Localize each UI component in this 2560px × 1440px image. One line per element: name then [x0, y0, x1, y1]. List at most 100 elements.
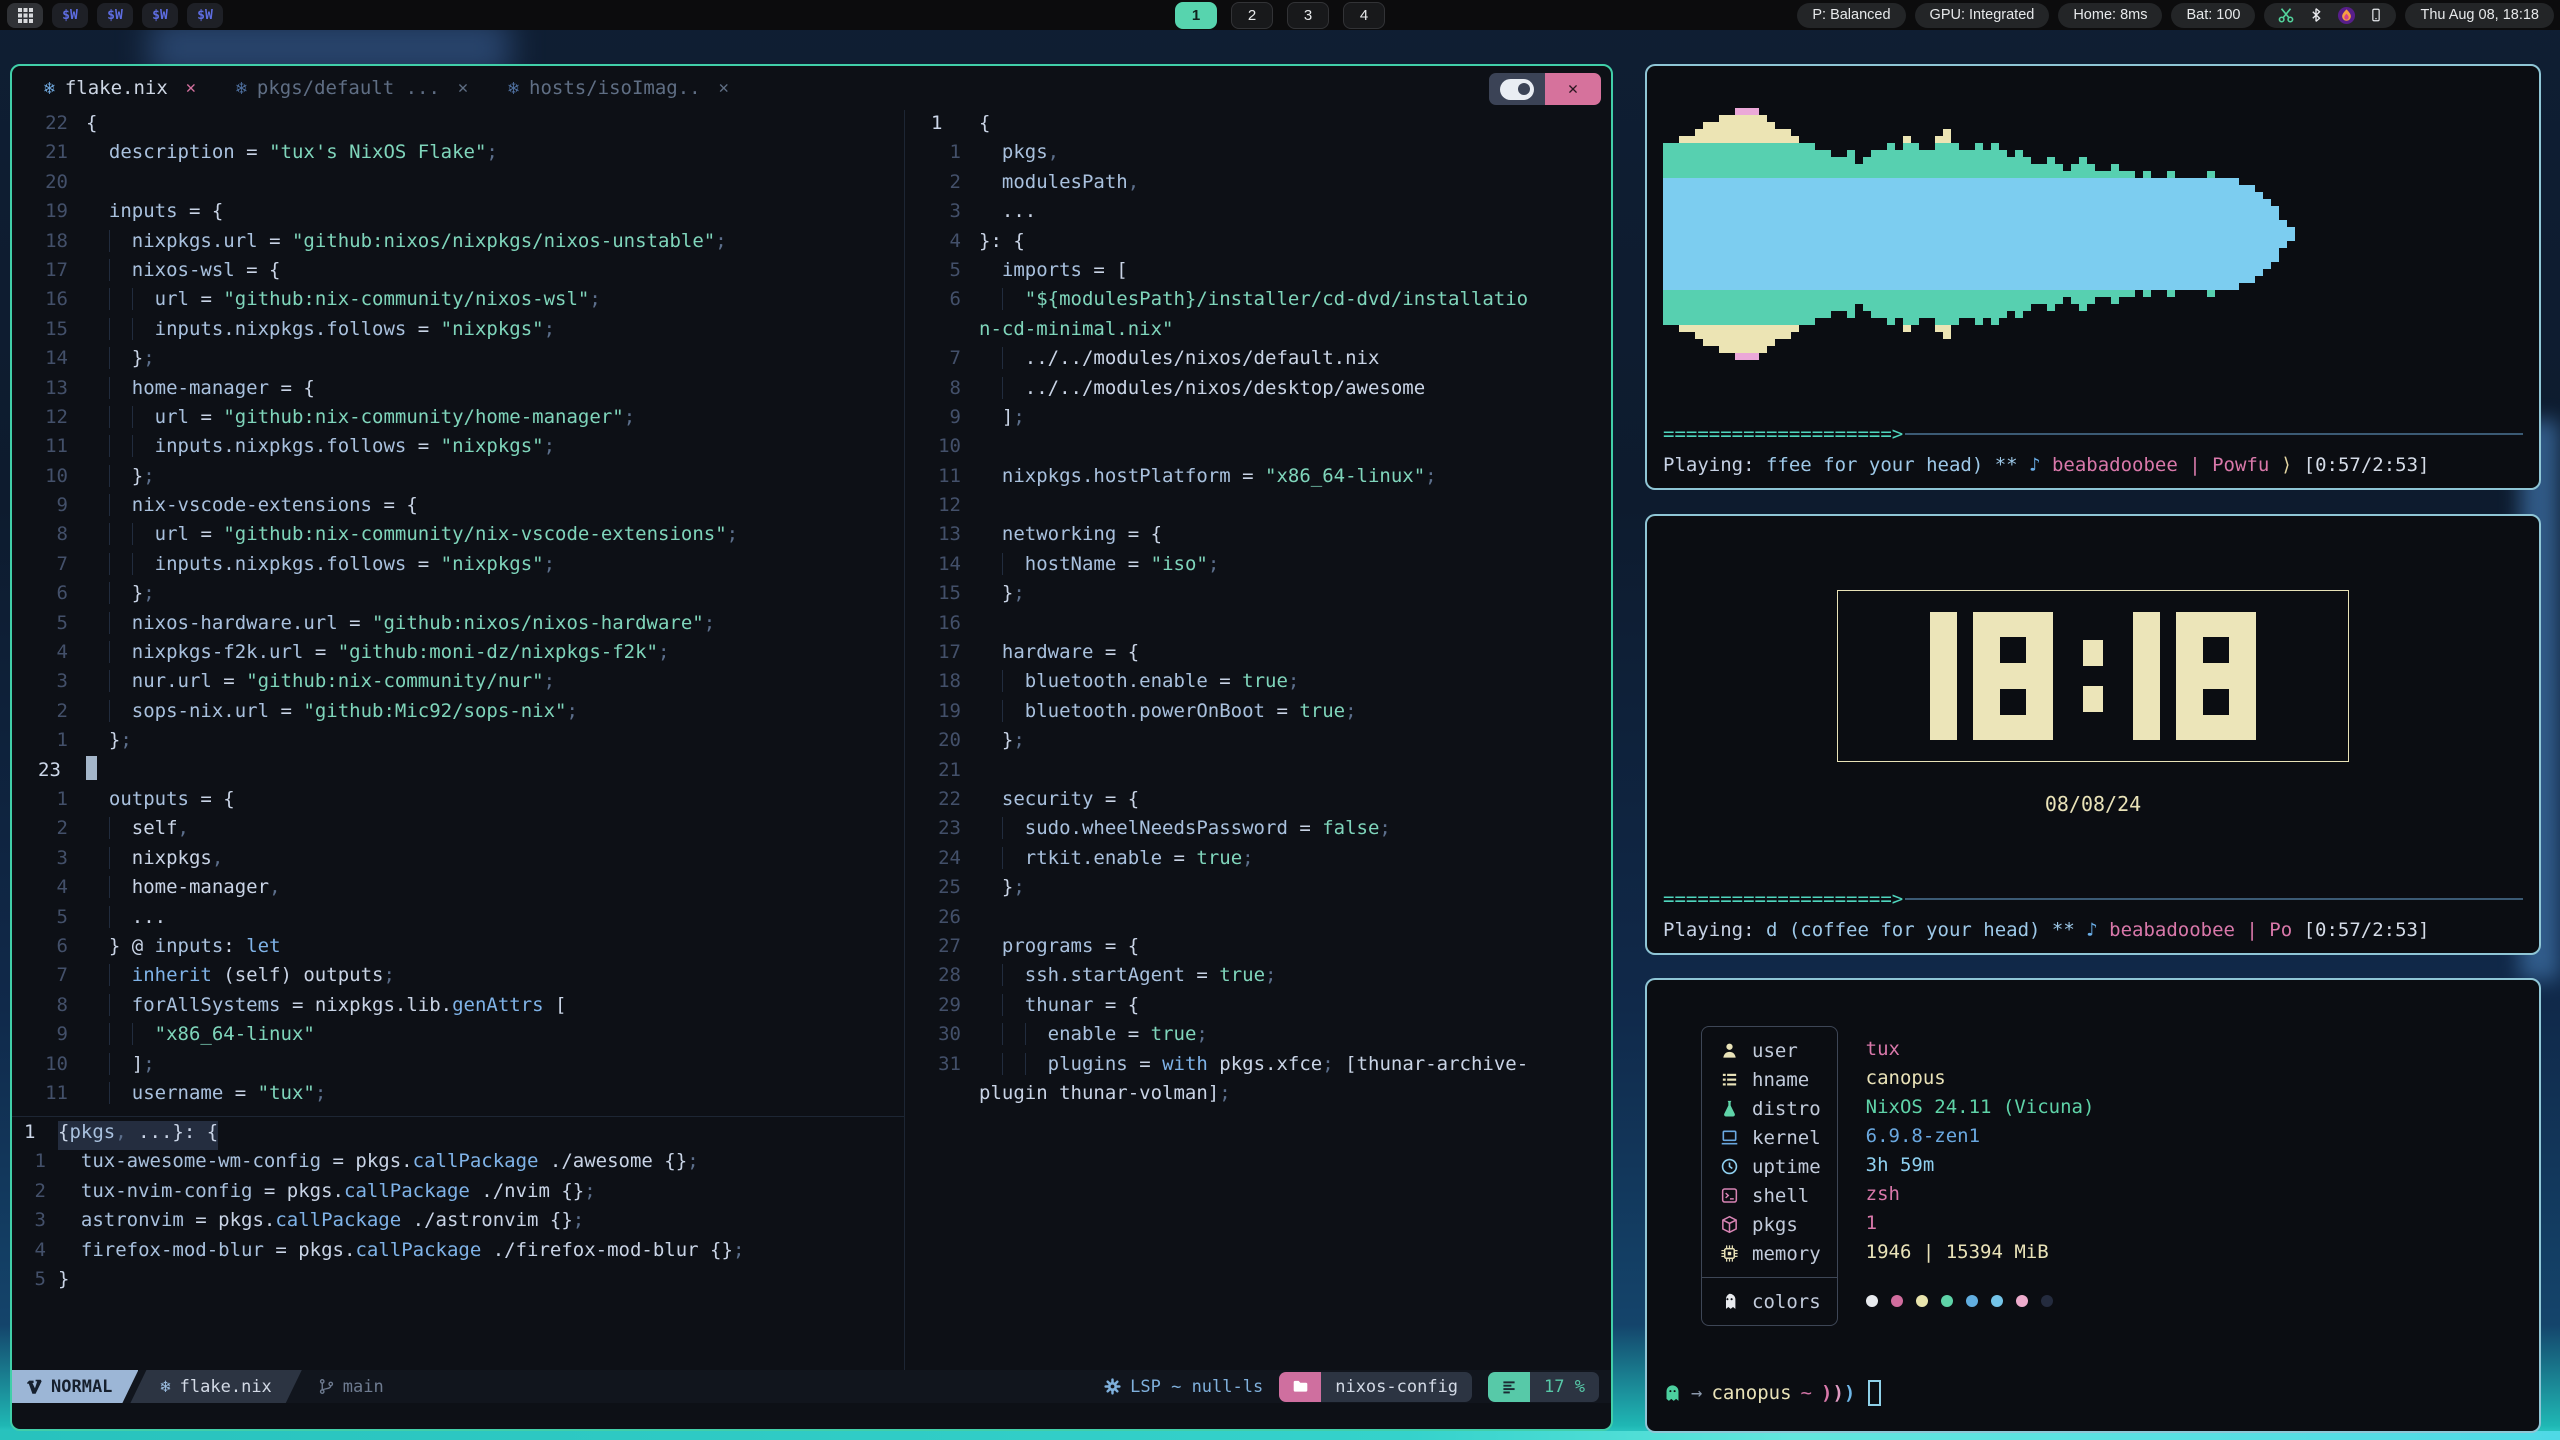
- song-progress-2: ====================>: [1663, 888, 2523, 910]
- code-line: 17 nixos-wsl = {: [12, 259, 904, 288]
- code-line: 26: [905, 906, 1611, 935]
- scissors-icon[interactable]: [2277, 6, 2295, 24]
- fetch-value-shell: zsh: [1866, 1180, 2095, 1209]
- ghost-icon: [1718, 1292, 1740, 1311]
- line-number: 3: [12, 670, 86, 699]
- titlebar-toggle-button[interactable]: [1489, 73, 1545, 105]
- pane-flake-nix[interactable]: 22{21 description = "tux's NixOS Flake";…: [12, 110, 904, 1116]
- fetch-panel: userhnamedistrokerneluptimeshellpkgsmemo…: [1701, 1026, 2523, 1326]
- line-number: 18: [12, 230, 86, 259]
- tab-pkgs-default-[interactable]: ❄pkgs/default ...✕: [236, 77, 468, 99]
- fetch-value-user: tux: [1866, 1035, 2095, 1064]
- progress-bar-rest: [1905, 433, 2523, 435]
- battery-widget: Bat: 100: [2171, 3, 2255, 28]
- fetch-value-kernel: 6.9.8-zen1: [1866, 1122, 2095, 1151]
- line-number: 18: [905, 670, 979, 699]
- fetch-value-pkgs: 1: [1866, 1209, 2095, 1238]
- shell-prompt[interactable]: → canopus ~ ))): [1663, 1380, 2523, 1406]
- line-number: 2: [12, 817, 86, 846]
- code-line: 14 hostName = "iso";: [905, 553, 1611, 582]
- code-line: 1 };: [12, 729, 904, 758]
- tab-hosts-isoImag-[interactable]: ❄hosts/isoImag..✕: [508, 77, 729, 99]
- line-number: 12: [12, 406, 86, 435]
- playing-prefix: Playing:: [1663, 454, 1766, 476]
- tag-2[interactable]: 2: [1231, 2, 1273, 29]
- tag-3[interactable]: 3: [1287, 2, 1329, 29]
- clock-widget[interactable]: Thu Aug 08, 18:18: [2405, 3, 2554, 28]
- line-number: 3: [12, 847, 86, 876]
- code-line: 7 inherit (self) outputs;: [12, 964, 904, 993]
- fetch-content[interactable]: userhnamedistrokerneluptimeshellpkgsmemo…: [1647, 980, 2539, 1431]
- code-line: 31 plugins = with pkgs.xfce; [thunar-arc…: [905, 1053, 1611, 1082]
- code-line: 18 nixpkgs.url = "github:nixos/nixpkgs/n…: [12, 230, 904, 259]
- workspace-icon-3[interactable]: $W: [142, 3, 178, 28]
- song-progress: ====================>: [1663, 423, 2523, 445]
- progress-bar-filled: ====================>: [1663, 423, 1903, 445]
- prompt-chevrons: ))): [1821, 1382, 1855, 1404]
- fetch-value-distro: NixOS 24.11 (Vicuna): [1866, 1093, 2095, 1122]
- power-profile-widget[interactable]: P: Balanced: [1797, 3, 1905, 28]
- chip-icon: [1718, 1244, 1740, 1263]
- line-number: 19: [12, 200, 86, 229]
- phone-icon[interactable]: [2369, 6, 2383, 24]
- tab-close-icon[interactable]: ✕: [186, 78, 196, 98]
- snowflake-icon: ❄: [160, 1377, 170, 1397]
- visualizer-content[interactable]: ====================> Playing: ffee for …: [1647, 66, 2539, 488]
- fetch-labels-box: userhnamedistrokerneluptimeshellpkgsmemo…: [1701, 1026, 1838, 1326]
- grid-icon: [18, 8, 33, 23]
- pane-iso-image[interactable]: 1{1 pkgs,2 modulesPath,3 ...4}: {5 impor…: [905, 110, 1611, 1370]
- line-number: 10: [905, 435, 979, 464]
- line-number: 1: [12, 729, 86, 758]
- toggle-switch-icon: [1500, 79, 1534, 100]
- gpu-widget[interactable]: GPU: Integrated: [1915, 3, 2050, 28]
- fetch-values: tuxcanopusNixOS 24.11 (Vicuna)6.9.8-zen1…: [1866, 1026, 2095, 1326]
- flame-icon[interactable]: [2337, 6, 2356, 25]
- titlebar-close-button[interactable]: ✕: [1545, 73, 1601, 105]
- bluetooth-icon[interactable]: [2308, 6, 2324, 24]
- line-number: 16: [905, 612, 979, 641]
- line-number: 6: [12, 582, 86, 611]
- code-line: 10: [905, 435, 1611, 464]
- code-line: 3 astronvim = pkgs.callPackage ./astronv…: [12, 1209, 904, 1238]
- editor-splits: 22{21 description = "tux's NixOS Flake";…: [12, 110, 1611, 1370]
- latency-widget: Home: 8ms: [2058, 3, 2162, 28]
- tab-list: ❄flake.nix✕ ❄pkgs/default ...✕ ❄hosts/isoI…: [44, 77, 729, 99]
- fetch-row-memory: memory: [1718, 1239, 1821, 1268]
- line-number: 24: [905, 847, 979, 876]
- fetch-row-user: user: [1718, 1036, 1821, 1065]
- progress-bar-filled-2: ====================>: [1663, 888, 1903, 910]
- code-line: 8 forAllSystems = nixpkgs.lib.genAttrs [: [12, 994, 904, 1023]
- code-line: 11 inputs.nixpkgs.follows = "nixpkgs";: [12, 435, 904, 464]
- mode-segment: NORMAL: [12, 1370, 138, 1403]
- code-line: 6 } @ inputs: let: [12, 935, 904, 964]
- tab-close-icon[interactable]: ✕: [458, 78, 468, 98]
- list-icon: [1718, 1070, 1740, 1089]
- line-number: 12: [905, 494, 979, 523]
- top-bar: $W $W $W $W 1234 P: Balanced GPU: Integrate…: [0, 0, 2560, 30]
- project-name: nixos-config: [1321, 1372, 1472, 1402]
- tab-flake-nix[interactable]: ❄flake.nix✕: [44, 77, 196, 99]
- code-line: 16 url = "github:nix-community/nixos-wsl…: [12, 288, 904, 317]
- scroll-segment: 17 %: [1488, 1372, 1599, 1402]
- line-number: 15: [12, 318, 86, 347]
- status-widgets: P: Balanced GPU: Integrated Home: 8ms Ba…: [1797, 0, 2554, 30]
- code-line: 23 sudo.wheelNeedsPassword = false;: [905, 817, 1611, 846]
- workspace-icon-1[interactable]: $W: [52, 3, 88, 28]
- tab-close-icon[interactable]: ✕: [719, 78, 729, 98]
- app-grid-icon[interactable]: [7, 3, 43, 28]
- tag-1[interactable]: 1: [1175, 2, 1217, 29]
- workspace-icon-4[interactable]: $W: [187, 3, 223, 28]
- code-line: 4 home-manager,: [12, 876, 904, 905]
- fetch-row-shell: shell: [1718, 1181, 1821, 1210]
- code-line: 29 thunar = {: [905, 994, 1611, 1023]
- line-number: 2: [12, 1180, 58, 1209]
- code-line: 28 ssh.startAgent = true;: [905, 964, 1611, 993]
- line-number: 1: [12, 1150, 58, 1179]
- clock-content[interactable]: 08/08/24 ====================> Playing: …: [1647, 516, 2539, 953]
- fetch-row-kernel: kernel: [1718, 1123, 1821, 1152]
- file-name: flake.nix: [180, 1377, 272, 1397]
- workspace-icon-2[interactable]: $W: [97, 3, 133, 28]
- pane-pkgs-default[interactable]: 1{pkgs, ...}: {1 tux-awesome-wm-config =…: [12, 1116, 904, 1370]
- tag-4[interactable]: 4: [1343, 2, 1385, 29]
- command-line[interactable]: [12, 1403, 1611, 1429]
